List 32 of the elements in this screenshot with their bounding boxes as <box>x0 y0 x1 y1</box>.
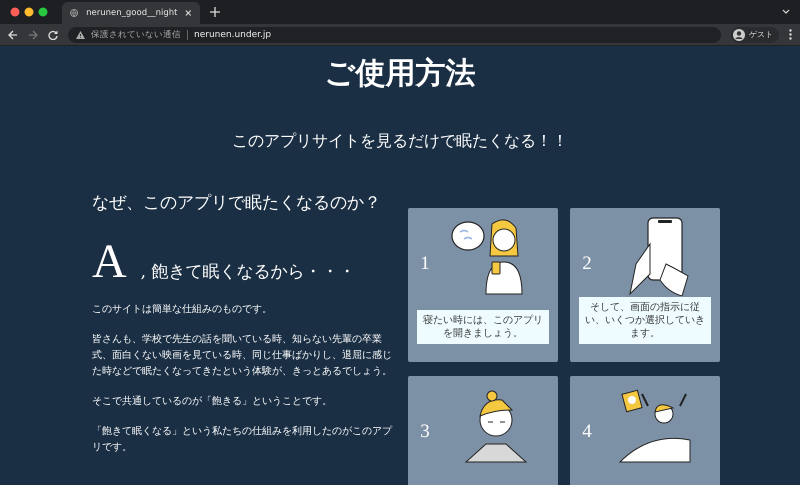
step-number: 1 <box>419 253 431 275</box>
plus-icon[interactable] <box>210 7 220 17</box>
browser-tab[interactable]: nerunen_good__night <box>62 2 200 24</box>
step-number: 4 <box>581 421 593 443</box>
window-controls-icon[interactable] <box>10 7 50 17</box>
tab-title: nerunen_good__night <box>86 8 178 18</box>
profile-button[interactable]: ゲスト <box>731 26 779 42</box>
forward-icon[interactable] <box>28 30 38 40</box>
step-number: 3 <box>419 421 431 443</box>
subtitle: このアプリサイトを見るだけで眠たくなる！！ <box>231 130 569 152</box>
step-number: 2 <box>581 253 593 275</box>
body-paragraph: 「飽きて眠くなる」という私たちの仕組みを利用したのがこのアプリです。 <box>92 424 392 455</box>
avatar-icon <box>733 28 745 40</box>
close-icon[interactable] <box>185 9 192 17</box>
security-label: 保護されていない通信 <box>91 28 181 40</box>
question-heading: なぜ、このアプリで眠たくなるのか？ <box>92 192 382 214</box>
more-icon[interactable] <box>789 29 792 40</box>
body-paragraph: このサイトは簡単な仕組みのものです。 <box>92 303 273 317</box>
page-title: ご使用方法 <box>324 55 476 93</box>
answer-text: , 飽きて眠くなるから・・・ <box>140 261 356 283</box>
body-paragraph: そこで共通しているのが「飽きる」ということです。 <box>92 394 333 409</box>
url-text: nerunen.under.jp <box>194 30 272 40</box>
step-caption: 寝たい時には、このアプリを開きましょう。 <box>417 310 549 344</box>
warning-icon <box>76 30 85 38</box>
reload-icon[interactable] <box>48 30 58 40</box>
address-field[interactable]: 保護されていない通信 nerunen.under.jp <box>68 26 721 42</box>
back-icon[interactable] <box>8 30 18 40</box>
body-paragraph: 皆さんも、学校で先生の話を聞いている時、知らない先輩の卒業式、面白くない映画を見ている時、同じ仕事ばかりし、退屈に感じた時などで眠たくなってきたという体験が、きっとあるでしょう。 <box>92 332 392 379</box>
chevron-down-icon[interactable] <box>782 9 790 15</box>
globe-icon <box>70 8 78 18</box>
step-caption: そして、画面の指示に従い、いくつか選択していきます。 <box>579 297 711 344</box>
answer-letter: A <box>92 236 127 288</box>
